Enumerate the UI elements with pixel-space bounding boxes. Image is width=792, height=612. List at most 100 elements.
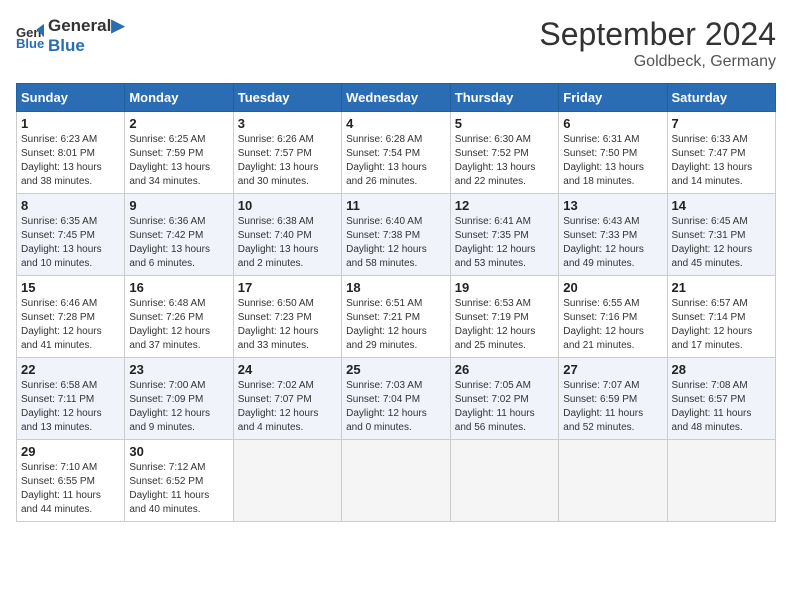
day-number: 24 [238,362,337,377]
day-cell: 5 Sunrise: 6:30 AM Sunset: 7:52 PM Daylig… [450,112,558,194]
col-header-monday: Monday [125,84,233,112]
day-number: 15 [21,280,120,295]
day-cell [559,440,667,522]
col-header-sunday: Sunday [17,84,125,112]
day-cell: 11 Sunrise: 6:40 AM Sunset: 7:38 PM Dayli… [342,194,451,276]
day-cell: 9Sunrise: 6:36 AM Sunset: 7:42 PM Daylig… [125,194,233,276]
day-number: 17 [238,280,337,295]
day-number: 8 [21,198,120,213]
week-row-4: 22 Sunrise: 6:58 AM Sunset: 7:11 PM Dayli… [17,358,776,440]
day-cell [667,440,775,522]
day-cell: 12 Sunrise: 6:41 AM Sunset: 7:35 PM Dayli… [450,194,558,276]
day-cell: 17 Sunrise: 6:50 AM Sunset: 7:23 PM Dayli… [233,276,341,358]
day-cell: 14 Sunrise: 6:45 AM Sunset: 7:31 PM Dayli… [667,194,775,276]
day-info: Sunrise: 6:58 AM Sunset: 7:11 PM Dayligh… [21,379,120,435]
day-cell: 3Sunrise: 6:26 AM Sunset: 7:57 PM Daylig… [233,112,341,194]
day-number: 28 [672,362,771,377]
day-cell: 2 Sunrise: 6:25 AM Sunset: 7:59 PM Daylig… [125,112,233,194]
day-number: 4 [346,116,446,131]
day-number: 22 [21,362,120,377]
day-number: 6 [563,116,662,131]
day-info: Sunrise: 6:46 AM Sunset: 7:28 PM Dayligh… [21,297,120,353]
day-number: 7 [672,116,771,131]
week-row-3: 15 Sunrise: 6:46 AM Sunset: 7:28 PM Dayli… [17,276,776,358]
day-info: Sunrise: 6:48 AM Sunset: 7:26 PM Dayligh… [129,297,228,353]
header: General Blue General▶ Blue September 202… [16,16,776,71]
day-info: Sunrise: 7:02 AM Sunset: 7:07 PM Dayligh… [238,379,337,435]
day-number: 16 [129,280,228,295]
calendar-table: SundayMondayTuesdayWednesdayThursdayFrid… [16,83,776,522]
day-info: Sunrise: 6:30 AM Sunset: 7:52 PM Dayligh… [455,133,554,189]
day-cell: 27 Sunrise: 7:07 AM Sunset: 6:59 PM Dayli… [559,358,667,440]
day-info: Sunrise: 6:23 AM Sunset: 8:01 PM Dayligh… [21,133,120,189]
day-number: 23 [129,362,228,377]
day-info: Sunrise: 6:55 AM Sunset: 7:16 PM Dayligh… [563,297,662,353]
day-cell: 16 Sunrise: 6:48 AM Sunset: 7:26 PM Dayli… [125,276,233,358]
day-cell: 13Sunrise: 6:43 AM Sunset: 7:33 PM Dayli… [559,194,667,276]
day-info: Sunrise: 7:07 AM Sunset: 6:59 PM Dayligh… [563,379,662,435]
day-info: Sunrise: 6:53 AM Sunset: 7:19 PM Dayligh… [455,297,554,353]
day-number: 13 [563,198,662,213]
day-number: 27 [563,362,662,377]
logo: General Blue General▶ Blue [16,16,124,55]
day-cell: 15 Sunrise: 6:46 AM Sunset: 7:28 PM Dayli… [17,276,125,358]
week-row-2: 8 Sunrise: 6:35 AM Sunset: 7:45 PM Daylig… [17,194,776,276]
day-cell: 18Sunrise: 6:51 AM Sunset: 7:21 PM Dayli… [342,276,451,358]
month-title: September 2024 [539,16,776,53]
day-info: Sunrise: 7:12 AM Sunset: 6:52 PM Dayligh… [129,461,228,517]
day-info: Sunrise: 7:05 AM Sunset: 7:02 PM Dayligh… [455,379,554,435]
day-cell: 8 Sunrise: 6:35 AM Sunset: 7:45 PM Daylig… [17,194,125,276]
day-number: 5 [455,116,554,131]
day-number: 20 [563,280,662,295]
day-number: 30 [129,444,228,459]
day-cell: 10 Sunrise: 6:38 AM Sunset: 7:40 PM Dayli… [233,194,341,276]
day-cell: 23 Sunrise: 7:00 AM Sunset: 7:09 PM Dayli… [125,358,233,440]
day-cell: 30 Sunrise: 7:12 AM Sunset: 6:52 PM Dayli… [125,440,233,522]
day-number: 12 [455,198,554,213]
day-number: 2 [129,116,228,131]
day-cell [450,440,558,522]
day-cell: 19 Sunrise: 6:53 AM Sunset: 7:19 PM Dayli… [450,276,558,358]
day-number: 29 [21,444,120,459]
day-info: Sunrise: 6:40 AM Sunset: 7:38 PM Dayligh… [346,215,446,271]
day-number: 21 [672,280,771,295]
day-number: 26 [455,362,554,377]
day-info: Sunrise: 7:08 AM Sunset: 6:57 PM Dayligh… [672,379,771,435]
day-cell: 28 Sunrise: 7:08 AM Sunset: 6:57 PM Dayli… [667,358,775,440]
day-cell: 22 Sunrise: 6:58 AM Sunset: 7:11 PM Dayli… [17,358,125,440]
day-cell [342,440,451,522]
day-number: 19 [455,280,554,295]
day-info: Sunrise: 6:41 AM Sunset: 7:35 PM Dayligh… [455,215,554,271]
day-number: 25 [346,362,446,377]
day-info: Sunrise: 6:45 AM Sunset: 7:31 PM Dayligh… [672,215,771,271]
title-area: September 2024 Goldbeck, Germany [539,16,776,71]
day-number: 14 [672,198,771,213]
day-number: 10 [238,198,337,213]
day-info: Sunrise: 7:03 AM Sunset: 7:04 PM Dayligh… [346,379,446,435]
day-info: Sunrise: 6:50 AM Sunset: 7:23 PM Dayligh… [238,297,337,353]
day-cell: 7 Sunrise: 6:33 AM Sunset: 7:47 PM Daylig… [667,112,775,194]
day-info: Sunrise: 6:33 AM Sunset: 7:47 PM Dayligh… [672,133,771,189]
day-cell: 21 Sunrise: 6:57 AM Sunset: 7:14 PM Dayli… [667,276,775,358]
day-cell [233,440,341,522]
day-info: Sunrise: 6:57 AM Sunset: 7:14 PM Dayligh… [672,297,771,353]
day-info: Sunrise: 6:31 AM Sunset: 7:50 PM Dayligh… [563,133,662,189]
day-number: 11 [346,198,446,213]
day-info: Sunrise: 6:38 AM Sunset: 7:40 PM Dayligh… [238,215,337,271]
day-number: 1 [21,116,120,131]
day-info: Sunrise: 7:10 AM Sunset: 6:55 PM Dayligh… [21,461,120,517]
day-cell: 29 Sunrise: 7:10 AM Sunset: 6:55 PM Dayli… [17,440,125,522]
day-info: Sunrise: 6:25 AM Sunset: 7:59 PM Dayligh… [129,133,228,189]
day-cell: 25 Sunrise: 7:03 AM Sunset: 7:04 PM Dayli… [342,358,451,440]
day-info: Sunrise: 7:00 AM Sunset: 7:09 PM Dayligh… [129,379,228,435]
col-header-friday: Friday [559,84,667,112]
day-cell: 4 Sunrise: 6:28 AM Sunset: 7:54 PM Daylig… [342,112,451,194]
col-header-wednesday: Wednesday [342,84,451,112]
day-info: Sunrise: 6:35 AM Sunset: 7:45 PM Dayligh… [21,215,120,271]
day-number: 3 [238,116,337,131]
day-cell: 6 Sunrise: 6:31 AM Sunset: 7:50 PM Daylig… [559,112,667,194]
location-title: Goldbeck, Germany [539,53,776,71]
col-header-saturday: Saturday [667,84,775,112]
day-info: Sunrise: 6:28 AM Sunset: 7:54 PM Dayligh… [346,133,446,189]
day-number: 9 [129,198,228,213]
